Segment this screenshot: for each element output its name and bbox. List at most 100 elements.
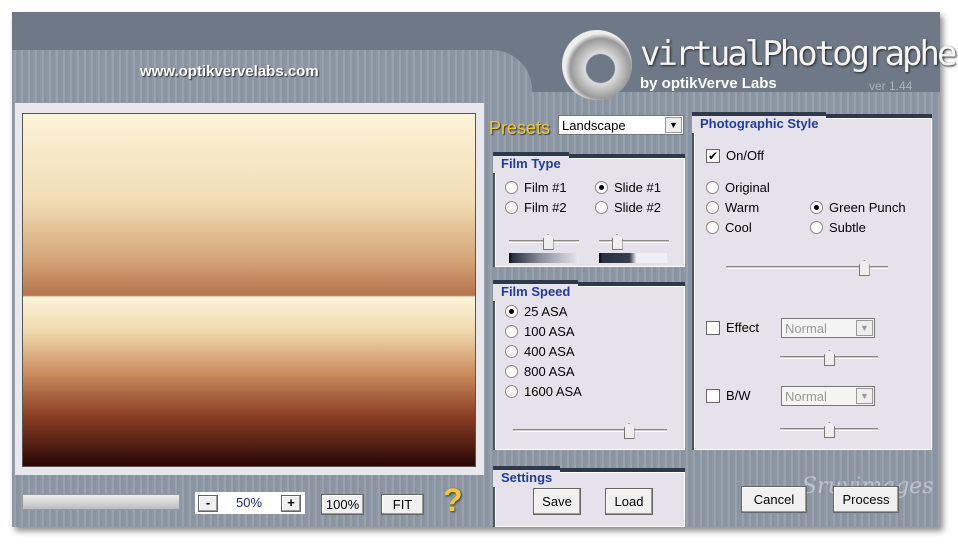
checkbox-label: B/W <box>726 388 751 403</box>
radio-button[interactable] <box>505 325 518 338</box>
photographic-style-title: Photographic Style <box>692 112 827 133</box>
app-title: virtualPhotographer <box>640 34 958 74</box>
film-speed-slider[interactable] <box>513 423 667 439</box>
photographic-style-panel: Photographic Style ✔ On/Off Original Warm… <box>692 112 932 450</box>
radio-speed[interactable]: 1600 ASA <box>505 384 582 399</box>
radio-label: Subtle <box>829 220 866 235</box>
presets-value: Landscape <box>562 118 626 133</box>
presets-dropdown[interactable]: Landscape ▼ <box>558 115 684 135</box>
checkbox[interactable] <box>706 320 720 335</box>
radio-speed[interactable]: 25 ASA <box>505 304 567 319</box>
radio-button[interactable] <box>505 305 518 318</box>
save-button[interactable]: Save <box>533 488 581 515</box>
settings-panel: Settings Save Load <box>493 466 685 527</box>
bw-checkbox[interactable]: B/W <box>706 388 751 403</box>
radio-film-2[interactable]: Film #2 <box>505 200 567 215</box>
chevron-down-icon: ▼ <box>665 117 682 133</box>
zoom-fit-button[interactable]: FIT <box>381 494 424 515</box>
slide-gradient <box>599 253 667 263</box>
checkbox-label: On/Off <box>726 148 765 163</box>
byline: by optikVerve Labs <box>640 75 777 92</box>
website-link[interactable]: www.optikvervelabs.com <box>140 63 319 80</box>
slider-thumb[interactable] <box>542 234 554 250</box>
radio-button[interactable] <box>505 345 518 358</box>
radio-label: Original <box>725 180 770 195</box>
version: ver 1.44 <box>869 79 913 93</box>
radio-slide-2[interactable]: Slide #2 <box>595 200 661 215</box>
radio-button[interactable] <box>706 221 719 234</box>
film-type-panel: Film Type Film #1 Film #2 Slide #1 Slide… <box>493 152 685 267</box>
image-preview[interactable] <box>22 113 476 467</box>
radio-button[interactable] <box>810 221 823 234</box>
radio-label: 400 ASA <box>524 344 575 359</box>
checkbox[interactable] <box>706 388 720 403</box>
radio-cool[interactable]: Cool <box>706 220 752 235</box>
chevron-down-icon: ▼ <box>856 388 873 404</box>
style-slider[interactable] <box>726 260 888 276</box>
radio-original[interactable]: Original <box>706 180 770 195</box>
chevron-down-icon: ▼ <box>856 320 873 336</box>
zoom-in-button[interactable]: + <box>281 495 301 512</box>
radio-button[interactable] <box>706 181 719 194</box>
logo-icon <box>562 30 632 100</box>
slide-slider[interactable] <box>599 234 669 250</box>
radio-button[interactable] <box>505 365 518 378</box>
film-slider[interactable] <box>509 234 579 250</box>
radio-label: Warm <box>725 200 760 215</box>
film-speed-title: Film Speed <box>493 280 579 301</box>
slider-thumb[interactable] <box>824 422 835 438</box>
film-speed-panel: Film Speed 25 ASA 100 ASA 400 ASA 800 ASA 16… <box>493 280 685 450</box>
progress-bar <box>22 494 180 510</box>
help-icon[interactable]: ? <box>443 482 463 519</box>
slider-thumb[interactable] <box>858 260 870 276</box>
onoff-checkbox[interactable]: ✔ On/Off <box>706 148 764 163</box>
slider-thumb[interactable] <box>824 350 835 366</box>
checkbox[interactable]: ✔ <box>706 148 720 163</box>
presets-label: Presets <box>489 118 551 138</box>
process-button[interactable]: Process <box>833 486 899 513</box>
radio-label: 1600 ASA <box>524 384 582 399</box>
radio-speed[interactable]: 100 ASA <box>505 324 575 339</box>
radio-subtle[interactable]: Subtle <box>810 220 866 235</box>
slider-thumb[interactable] <box>623 423 635 439</box>
radio-label: Film #2 <box>524 200 567 215</box>
radio-button[interactable] <box>595 201 608 214</box>
radio-label: Film #1 <box>524 180 567 195</box>
film-type-title: Film Type <box>493 152 569 173</box>
radio-label: Cool <box>725 220 752 235</box>
effect-dropdown[interactable]: Normal ▼ <box>781 318 875 338</box>
zoom-100-button[interactable]: 100% <box>321 494 364 515</box>
radio-label: 800 ASA <box>524 364 575 379</box>
cancel-button[interactable]: Cancel <box>741 486 807 513</box>
effect-slider[interactable] <box>780 350 878 366</box>
radio-label: 25 ASA <box>524 304 568 319</box>
radio-label: 100 ASA <box>524 324 575 339</box>
radio-warm[interactable]: Warm <box>706 200 759 215</box>
radio-film-1[interactable]: Film #1 <box>505 180 567 195</box>
slider-thumb[interactable] <box>611 234 623 250</box>
radio-button[interactable] <box>505 385 518 398</box>
radio-label: Green Punch <box>829 200 906 215</box>
radio-label: Slide #1 <box>614 180 661 195</box>
radio-slide-1[interactable]: Slide #1 <box>595 180 661 195</box>
load-button[interactable]: Load <box>605 488 653 515</box>
bw-dropdown[interactable]: Normal ▼ <box>781 386 875 406</box>
radio-label: Slide #2 <box>614 200 661 215</box>
bw-value: Normal <box>785 389 827 404</box>
zoom-level: 50% <box>235 495 263 510</box>
radio-speed[interactable]: 800 ASA <box>505 364 575 379</box>
radio-button[interactable] <box>505 201 518 214</box>
radio-green-punch[interactable]: Green Punch <box>810 200 906 215</box>
effect-value: Normal <box>785 321 827 336</box>
app-window: www.optikvervelabs.com virtualPhotograph… <box>12 12 958 527</box>
radio-button[interactable] <box>505 181 518 194</box>
checkbox-label: Effect <box>726 320 760 335</box>
zoom-out-button[interactable]: - <box>198 495 218 512</box>
bw-slider[interactable] <box>780 422 878 438</box>
radio-speed[interactable]: 400 ASA <box>505 344 575 359</box>
film-gradient <box>509 253 579 263</box>
radio-button[interactable] <box>595 181 608 194</box>
radio-button[interactable] <box>706 201 719 214</box>
radio-button[interactable] <box>810 201 823 214</box>
effect-checkbox[interactable]: Effect <box>706 320 759 335</box>
